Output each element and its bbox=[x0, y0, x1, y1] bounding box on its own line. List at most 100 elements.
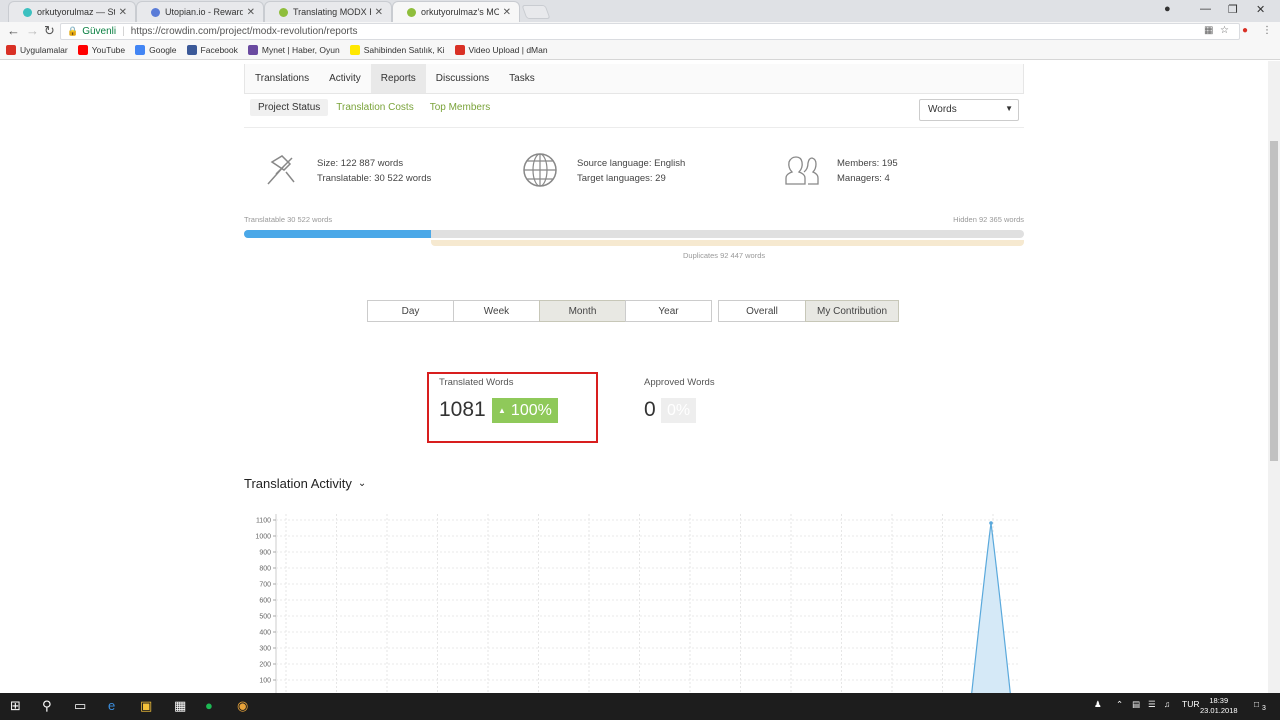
period-week-button[interactable]: Week bbox=[453, 300, 540, 322]
browser-tab[interactable]: Translating MODX Revolu ✕ bbox=[264, 1, 392, 22]
network-icon[interactable]: ▤ bbox=[1132, 699, 1140, 710]
wifi-icon[interactable]: ☰ bbox=[1148, 699, 1156, 710]
tab-activity[interactable]: Activity bbox=[319, 64, 371, 93]
address-bar[interactable]: 🔒 Güvenli | https://crowdin.com/project/… bbox=[60, 23, 1240, 40]
bookmark-favicon-icon bbox=[77, 45, 88, 55]
hidden-label: Hidden 92 365 words bbox=[953, 215, 1024, 224]
tab-tasks[interactable]: Tasks bbox=[499, 64, 545, 93]
translatable-progress-fill bbox=[244, 230, 432, 238]
browser-toolbar: ← → ↻ 🔒 Güvenli | https://crowdin.com/pr… bbox=[0, 22, 1280, 41]
browser-tab[interactable]: Utopian.io - Rewarding O ✕ bbox=[136, 1, 264, 22]
browser-tab-active[interactable]: orkutyorulmaz's MODX R ✕ bbox=[392, 1, 520, 22]
period-year-button[interactable]: Year bbox=[625, 300, 712, 322]
scrollbar-thumb[interactable] bbox=[1270, 141, 1278, 461]
browser-tab[interactable]: orkutyorulmaz — Steem ✕ bbox=[8, 1, 136, 22]
source-language-text: Source language: English bbox=[577, 158, 686, 169]
translatable-label: Translatable 30 522 words bbox=[244, 215, 333, 224]
duplicates-bar bbox=[431, 240, 1024, 246]
tab-discussions[interactable]: Discussions bbox=[426, 64, 499, 93]
y-tick-label: 900 bbox=[259, 550, 271, 557]
subnav-top-members[interactable]: Top Members bbox=[422, 99, 499, 116]
restore-icon[interactable]: ❐ bbox=[1228, 3, 1238, 16]
period-day-button[interactable]: Day bbox=[367, 300, 454, 322]
reload-icon[interactable]: ↻ bbox=[44, 23, 55, 39]
globe-icon bbox=[523, 153, 557, 187]
star-icon[interactable]: ☆ bbox=[1220, 25, 1229, 36]
window-close-icon[interactable]: ✕ bbox=[1256, 3, 1265, 16]
edge-icon[interactable]: e bbox=[108, 698, 115, 713]
scope-overall-button[interactable]: Overall bbox=[718, 300, 806, 322]
bookmark-label: Sahibinden Satılık, Ki bbox=[363, 45, 445, 55]
task-view-icon[interactable]: ▭ bbox=[74, 698, 86, 714]
arrow-up-icon: ▲ bbox=[498, 406, 506, 415]
tab-title: orkutyorulmaz's MODX R bbox=[421, 7, 499, 17]
extension-icon[interactable]: ● bbox=[1242, 25, 1248, 36]
bookmark-item[interactable]: Facebook bbox=[186, 45, 238, 55]
bookmark-item[interactable]: Mynet | Haber, Oyun bbox=[247, 45, 340, 55]
browser-tabstrip: orkutyorulmaz — Steem ✕ Utopian.io - Rew… bbox=[0, 0, 1280, 22]
managers-text: Managers: 4 bbox=[837, 173, 890, 184]
activity-area bbox=[971, 522, 1011, 693]
clock-date: 23.01.2018 bbox=[1200, 706, 1238, 715]
tab-favicon-icon bbox=[407, 7, 416, 17]
y-tick-label: 1000 bbox=[255, 534, 271, 541]
scrollbar[interactable] bbox=[1268, 61, 1280, 693]
clock[interactable]: 18:39 23.01.2018 bbox=[1200, 696, 1238, 716]
y-tick-label: 1100 bbox=[256, 518, 271, 525]
close-icon[interactable]: ✕ bbox=[503, 7, 511, 18]
notification-icon[interactable]: □ bbox=[1254, 699, 1259, 709]
tab-reports[interactable]: Reports bbox=[370, 64, 426, 93]
subnav-translation-costs[interactable]: Translation Costs bbox=[328, 99, 421, 116]
bookmark-item[interactable]: Uygulamalar bbox=[6, 45, 68, 55]
translate-icon[interactable]: ▦ bbox=[1204, 25, 1213, 36]
close-icon[interactable]: ✕ bbox=[119, 7, 127, 18]
new-tab-button[interactable] bbox=[521, 5, 551, 19]
chrome-icon[interactable]: ◉ bbox=[237, 698, 248, 714]
bookmark-label: YouTube bbox=[91, 45, 126, 55]
activity-chart: 1100 1000 900 800 700 600 500 400 300 200 100 bbox=[255, 514, 1018, 693]
duplicates-label: Duplicates 92 447 words bbox=[683, 251, 766, 260]
tab-favicon-icon bbox=[151, 7, 160, 17]
volume-icon[interactable]: ♫ bbox=[1164, 699, 1170, 709]
tab-title: Utopian.io - Rewarding O bbox=[165, 7, 243, 17]
search-icon[interactable]: ⚲ bbox=[42, 698, 52, 714]
bookmark-item[interactable]: Sahibinden Satılık, Ki bbox=[349, 45, 445, 55]
subnav-project-status[interactable]: Project Status bbox=[250, 99, 329, 116]
spotify-icon[interactable]: ● bbox=[205, 698, 213, 713]
members-text: Members: 195 bbox=[837, 158, 898, 169]
bookmark-item[interactable]: Video Upload | dMan bbox=[454, 45, 548, 55]
file-explorer-icon[interactable]: ▣ bbox=[140, 698, 152, 714]
unit-select[interactable]: Words ▼ bbox=[919, 99, 1019, 121]
period-month-button[interactable]: Month bbox=[539, 300, 626, 322]
profile-icon[interactable]: ● bbox=[1164, 3, 1171, 15]
chevron-up-icon[interactable]: ⌃ bbox=[1116, 699, 1123, 710]
bookmark-favicon-icon bbox=[135, 45, 146, 55]
menu-icon[interactable]: ⋮ bbox=[1262, 25, 1272, 36]
approved-words-value: 0 bbox=[644, 398, 656, 421]
minimize-icon[interactable]: — bbox=[1200, 3, 1211, 15]
bookmark-favicon-icon bbox=[247, 45, 258, 55]
chevron-down-icon[interactable]: ⌄ bbox=[358, 478, 366, 489]
windows-start-icon[interactable]: ⊞ bbox=[10, 698, 21, 714]
language-indicator[interactable]: TUR bbox=[1182, 699, 1199, 709]
bookmark-item[interactable]: Google bbox=[135, 45, 177, 55]
bookmark-favicon-icon bbox=[349, 45, 360, 55]
bookmark-label: Facebook bbox=[200, 45, 238, 55]
close-icon[interactable]: ✕ bbox=[375, 7, 383, 18]
notification-count: 3 bbox=[1262, 705, 1266, 712]
store-icon[interactable]: ▦ bbox=[174, 698, 186, 714]
url-text: https://crowdin.com/project/modx-revolut… bbox=[130, 26, 358, 37]
tab-title: orkutyorulmaz — Steem bbox=[37, 7, 115, 17]
lock-icon: 🔒 bbox=[67, 26, 79, 36]
translation-activity-title[interactable]: Translation Activity ⌄ bbox=[244, 476, 366, 491]
forward-arrow-icon[interactable]: → bbox=[26, 23, 39, 38]
scope-my-contribution-button[interactable]: My Contribution bbox=[805, 300, 899, 322]
y-tick-label: 400 bbox=[259, 630, 271, 637]
close-icon[interactable]: ✕ bbox=[247, 7, 255, 18]
tab-translations[interactable]: Translations bbox=[245, 64, 319, 93]
back-arrow-icon[interactable]: ← bbox=[7, 23, 20, 38]
y-tick-label: 300 bbox=[259, 646, 271, 653]
bookmark-item[interactable]: YouTube bbox=[77, 45, 126, 55]
people-icon[interactable]: ♟ bbox=[1094, 699, 1102, 710]
bookmark-favicon-icon bbox=[6, 45, 16, 55]
